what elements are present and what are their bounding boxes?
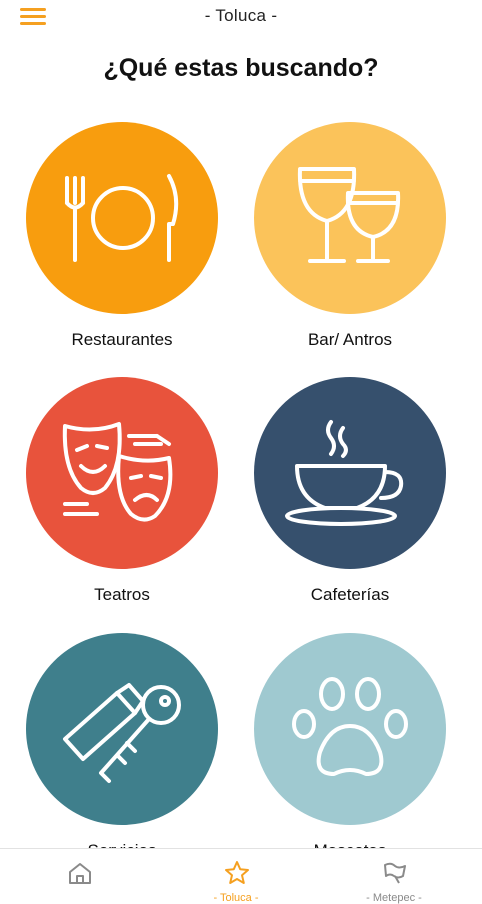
home-icon bbox=[69, 863, 91, 884]
category-circle bbox=[26, 377, 218, 569]
coffee-cup-icon bbox=[285, 420, 404, 526]
header-title: - Toluca - bbox=[204, 6, 278, 25]
category-circle bbox=[26, 633, 218, 825]
category-circle bbox=[254, 122, 446, 314]
page-title: ¿Qué estas buscando? bbox=[103, 54, 379, 82]
flag-icon bbox=[384, 862, 406, 884]
category-label: Cafeterías bbox=[310, 585, 390, 604]
category-tile-servicios[interactable]: Servicios bbox=[22, 633, 222, 868]
tab-toluca[interactable]: - Toluca - bbox=[176, 849, 296, 904]
category-label: Bar/ Antros bbox=[307, 330, 393, 349]
paw-print-icon bbox=[292, 677, 408, 776]
category-tile-teatros[interactable]: Teatros bbox=[22, 377, 222, 612]
tab-label: - Metepec - bbox=[366, 892, 422, 904]
category-tile-restaurantes[interactable]: Restaurantes bbox=[22, 122, 222, 357]
category-tile-bar-antros[interactable]: Bar/ Antros bbox=[250, 122, 450, 357]
bottom-tab-bar: - Toluca - - Metepec - bbox=[0, 848, 482, 904]
category-circle bbox=[254, 377, 446, 569]
category-tile-cafeterias[interactable]: Cafeterías bbox=[250, 377, 450, 612]
category-label: Restaurantes bbox=[71, 330, 173, 349]
tab-metepec[interactable]: - Metepec - bbox=[334, 849, 454, 904]
wine-glasses-icon bbox=[297, 167, 401, 263]
app-header: - Toluca - bbox=[0, 0, 482, 36]
category-tile-mascotas[interactable]: Mascotas bbox=[250, 633, 450, 868]
fork-plate-knife-icon bbox=[65, 174, 179, 262]
category-label: Teatros bbox=[94, 585, 150, 604]
category-circle bbox=[254, 633, 446, 825]
tab-home[interactable] bbox=[19, 849, 139, 901]
category-circle bbox=[26, 122, 218, 314]
key-tag-icon bbox=[63, 683, 181, 783]
star-icon bbox=[225, 861, 249, 884]
tab-label: - Toluca - bbox=[213, 892, 259, 904]
theater-masks-icon bbox=[62, 422, 173, 522]
